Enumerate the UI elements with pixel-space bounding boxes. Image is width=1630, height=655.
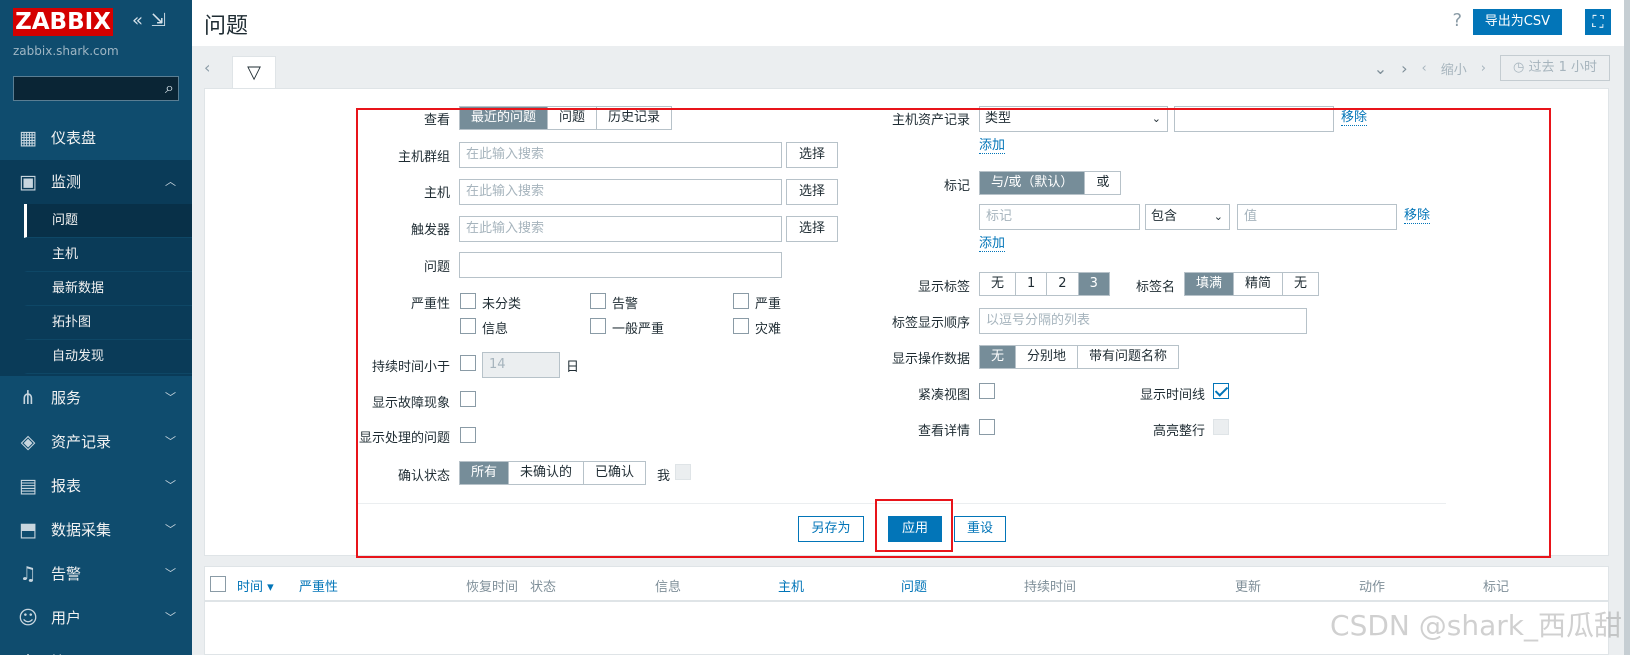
reports-icon: ▤ bbox=[19, 475, 37, 497]
menu-item-services[interactable]: ⋔ 服务 ﹀ bbox=[0, 376, 192, 420]
dashboard-icon: ▦ bbox=[19, 127, 37, 149]
menu-item-alerts[interactable]: ♫ 告警 ﹀ bbox=[0, 552, 192, 596]
column-status: 状态 bbox=[530, 580, 557, 595]
page-scrollbar[interactable] bbox=[1624, 0, 1630, 655]
column-recovery-time: 恢复时间 bbox=[466, 580, 519, 595]
data-collection-icon: ⬒ bbox=[19, 519, 37, 541]
menu-item-reports[interactable]: ▤ 报表 ﹀ bbox=[0, 464, 192, 508]
menu-label: 数据采集 bbox=[51, 521, 112, 539]
menu-item-dashboard[interactable]: ▦ 仪表盘 bbox=[0, 116, 192, 160]
filter-icon: ▽ bbox=[247, 62, 261, 83]
menu-label: 告警 bbox=[51, 565, 82, 583]
chevron-down-icon: ﹀ bbox=[165, 523, 176, 536]
submenu-item-latest-data[interactable]: 最新数据 bbox=[24, 272, 192, 306]
time-range-tab[interactable]: ◷ 过去 1 小时 bbox=[1499, 55, 1610, 81]
annotation-highlight-apply bbox=[875, 499, 953, 552]
alerts-icon: ♫ bbox=[19, 563, 37, 585]
inventory-icon: ◈ bbox=[20, 431, 36, 453]
menu-label: 报表 bbox=[51, 477, 82, 495]
select-all-checkbox[interactable] bbox=[210, 576, 226, 592]
menu-label: 用户 bbox=[51, 609, 82, 627]
zoom-out-button[interactable]: 缩小 bbox=[1441, 59, 1467, 78]
main-menu: ▦ 仪表盘 ▣ 监测 ︿ 问题 主机 最新数据 拓扑图 自动发现 ⋔ 服务 ﹀ … bbox=[0, 116, 192, 655]
menu-item-data-collection[interactable]: ⬒ 数据采集 ﹀ bbox=[0, 508, 192, 552]
page-header: 问题 ? 导出为CSV ⛶ bbox=[192, 0, 1630, 46]
page-title: 问题 bbox=[204, 14, 249, 39]
menu-item-monitoring[interactable]: ▣ 监测 ︿ bbox=[0, 160, 192, 204]
admin-icon: ⚙ bbox=[16, 640, 40, 655]
column-duration: 持续时间 bbox=[1024, 580, 1077, 595]
monitoring-icon: ▣ bbox=[19, 171, 37, 193]
chevron-down-icon: ﹀ bbox=[165, 611, 176, 624]
time-controls: ⌄ › ‹ 缩小 › ◷ 过去 1 小时 bbox=[1374, 55, 1610, 81]
menu-item-admin[interactable]: ⚙ 管理 bbox=[0, 640, 192, 655]
chevron-left-icon[interactable]: ‹ bbox=[204, 58, 210, 77]
column-tags: 标记 bbox=[1483, 580, 1510, 595]
zabbix-logo[interactable]: ZABBIX bbox=[13, 8, 113, 36]
chevron-down-icon: ﹀ bbox=[165, 435, 176, 448]
chevron-up-icon: ︿ bbox=[165, 175, 176, 188]
sidebar-controls: «⇲ bbox=[132, 10, 174, 31]
filter-tabbar: ‹ ▽ ⌄ › ‹ 缩小 › ◷ 过去 1 小时 bbox=[192, 46, 1624, 88]
submenu-item-discovery[interactable]: 自动发现 bbox=[24, 340, 192, 374]
submenu-item-problems[interactable]: 问题 bbox=[24, 204, 192, 238]
monitoring-submenu: 问题 主机 最新数据 拓扑图 自动发现 bbox=[0, 204, 192, 376]
column-update: 更新 bbox=[1235, 580, 1262, 595]
export-csv-button[interactable]: 导出为CSV bbox=[1472, 9, 1562, 35]
server-name: zabbix.shark.com bbox=[13, 44, 119, 58]
menu-label: 服务 bbox=[51, 389, 82, 407]
table-header: 时间 ▾ 严重性 恢复时间 状态 信息 主机 问题 持续时间 更新 动作 标记 bbox=[204, 566, 1609, 602]
chevron-right-icon[interactable]: › bbox=[1401, 59, 1407, 78]
chevron-down-icon: ﹀ bbox=[165, 391, 176, 404]
column-host[interactable]: 主机 bbox=[778, 576, 804, 595]
annotation-highlight-filter bbox=[356, 108, 1551, 558]
column-time[interactable]: 时间 ▾ bbox=[237, 576, 274, 595]
chevron-down-icon: ﹀ bbox=[165, 479, 176, 492]
column-severity[interactable]: 严重性 bbox=[299, 576, 338, 595]
collapse-sidebar-icon[interactable]: « bbox=[132, 10, 143, 31]
column-problem[interactable]: 问题 bbox=[901, 576, 927, 595]
menu-item-users[interactable]: ☺ 用户 ﹀ bbox=[0, 596, 192, 640]
chevron-down-icon[interactable]: ⌄ bbox=[1374, 59, 1387, 78]
search-icon[interactable]: ⌕ bbox=[165, 78, 174, 98]
watermark: CSDN @shark_西瓜甜 bbox=[1330, 609, 1622, 642]
kiosk-mode-icon[interactable]: ⇲ bbox=[151, 10, 166, 31]
sidebar-search-input[interactable]: ⌕ bbox=[13, 76, 179, 101]
time-forward-icon[interactable]: › bbox=[1481, 61, 1486, 76]
sidebar: ZABBIX «⇲ zabbix.shark.com ⌕ ▦ 仪表盘 ▣ 监测 … bbox=[0, 0, 192, 655]
help-icon[interactable]: ? bbox=[1452, 10, 1462, 31]
submenu-item-hosts[interactable]: 主机 bbox=[24, 238, 192, 272]
users-icon: ☺ bbox=[18, 607, 38, 629]
time-range-label: 过去 1 小时 bbox=[1528, 60, 1597, 75]
column-info: 信息 bbox=[655, 580, 682, 595]
menu-label: 监测 bbox=[51, 173, 82, 191]
services-icon: ⋔ bbox=[20, 387, 36, 409]
filter-tab[interactable]: ▽ bbox=[232, 56, 276, 88]
submenu-item-maps[interactable]: 拓扑图 bbox=[24, 306, 192, 340]
time-back-icon[interactable]: ‹ bbox=[1422, 61, 1427, 76]
fullscreen-icon[interactable]: ⛶ bbox=[1585, 9, 1611, 35]
menu-label: 仪表盘 bbox=[51, 129, 97, 147]
column-actions: 动作 bbox=[1359, 580, 1386, 595]
menu-label: 资产记录 bbox=[51, 433, 112, 451]
clock-icon: ◷ bbox=[1512, 60, 1529, 75]
menu-item-inventory[interactable]: ◈ 资产记录 ﹀ bbox=[0, 420, 192, 464]
chevron-down-icon: ﹀ bbox=[165, 567, 176, 580]
